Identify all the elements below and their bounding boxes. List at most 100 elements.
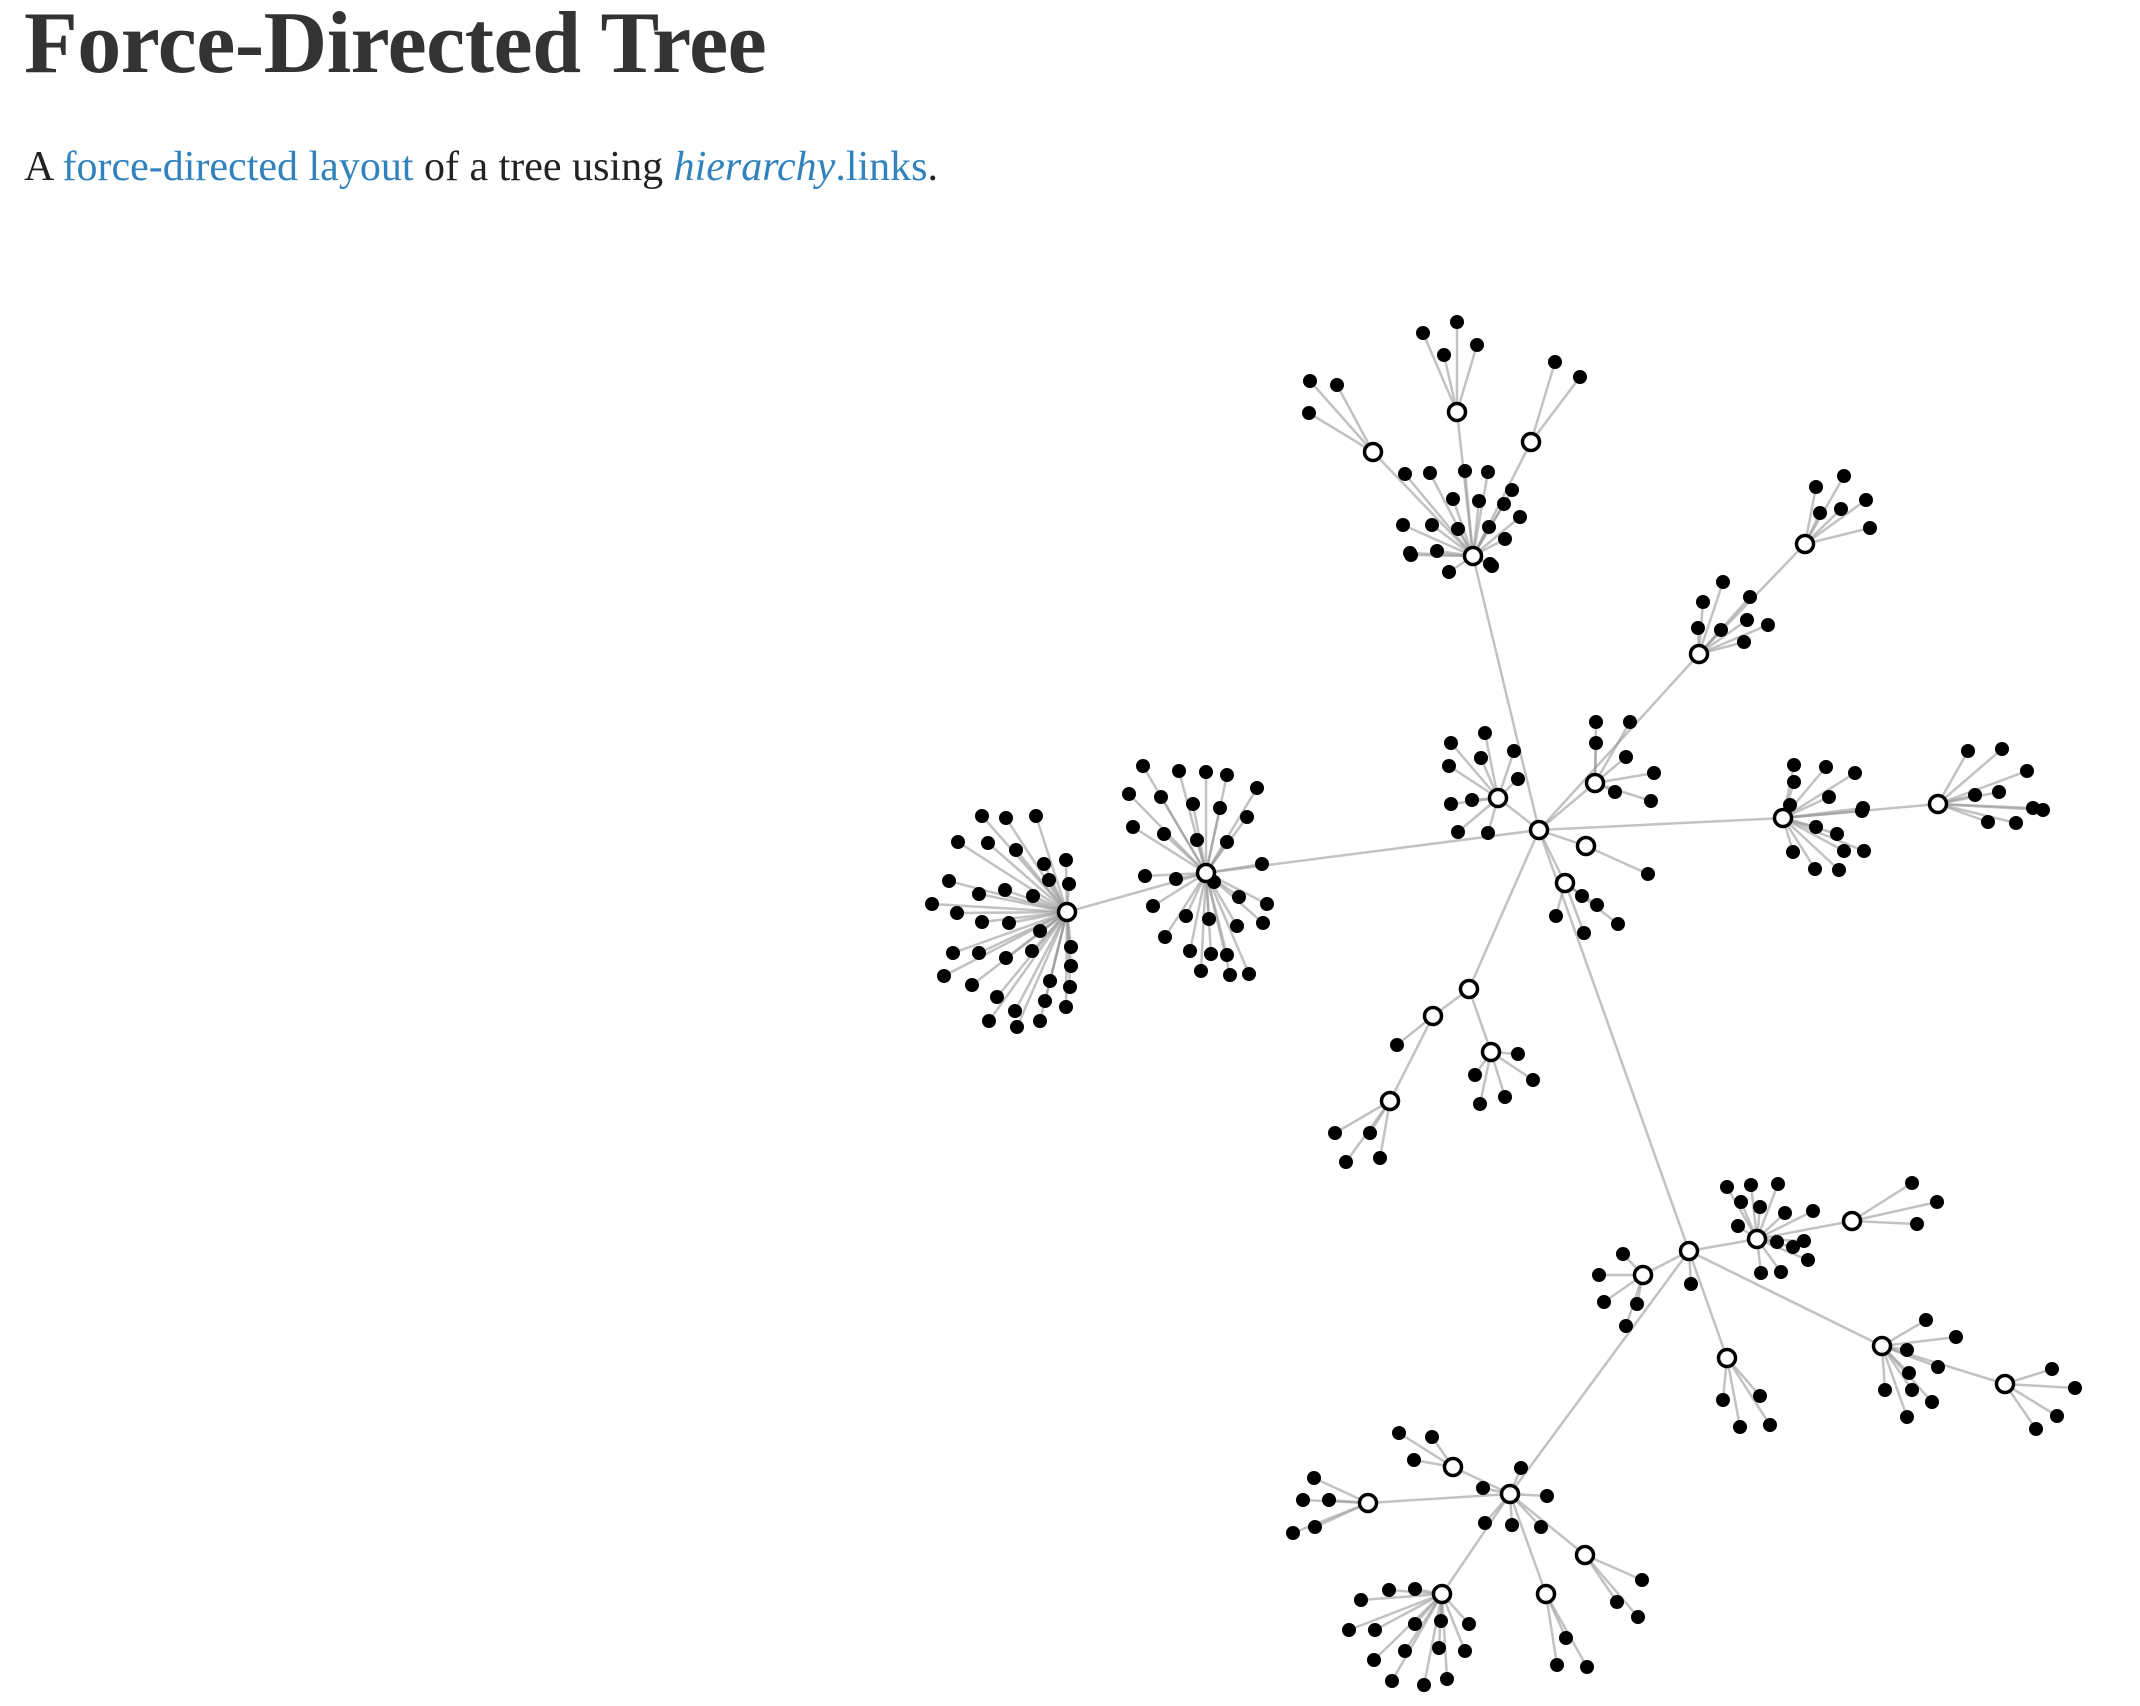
leaf-node[interactable] bbox=[1949, 1330, 1963, 1344]
leaf-node[interactable] bbox=[1590, 898, 1604, 912]
leaf-node[interactable] bbox=[1240, 810, 1254, 824]
leaf-node[interactable] bbox=[1190, 833, 1204, 847]
leaf-node[interactable] bbox=[972, 946, 986, 960]
leaf-node[interactable] bbox=[1404, 548, 1418, 562]
leaf-node[interactable] bbox=[1573, 370, 1587, 384]
leaf-node[interactable] bbox=[1146, 899, 1160, 913]
leaf-node[interactable] bbox=[1684, 1277, 1698, 1291]
leaf-node[interactable] bbox=[1232, 890, 1246, 904]
branch-node[interactable] bbox=[1841, 1210, 1863, 1232]
leaf-node[interactable] bbox=[1250, 781, 1264, 795]
leaf-node[interactable] bbox=[1342, 1623, 1356, 1637]
branch-node[interactable] bbox=[1357, 1492, 1379, 1514]
branch-node[interactable] bbox=[1688, 643, 1710, 665]
leaf-node[interactable] bbox=[1154, 790, 1168, 804]
leaf-node[interactable] bbox=[2068, 1381, 2082, 1395]
leaf-node[interactable] bbox=[1511, 1047, 1525, 1061]
tree-nodes[interactable] bbox=[925, 315, 2082, 1692]
branch-node[interactable] bbox=[1442, 1456, 1464, 1478]
leaf-node[interactable] bbox=[1308, 1520, 1322, 1534]
leaf-node[interactable] bbox=[1446, 492, 1460, 506]
leaf-node[interactable] bbox=[1038, 994, 1052, 1008]
leaf-node[interactable] bbox=[946, 946, 960, 960]
leaf-node[interactable] bbox=[1122, 787, 1136, 801]
leaf-node[interactable] bbox=[1186, 797, 1200, 811]
leaf-node[interactable] bbox=[1505, 483, 1519, 497]
leaf-node[interactable] bbox=[1992, 785, 2006, 799]
leaf-node[interactable] bbox=[1577, 926, 1591, 940]
leaf-node[interactable] bbox=[1458, 1644, 1472, 1658]
leaf-node[interactable] bbox=[1808, 862, 1822, 876]
leaf-node[interactable] bbox=[1859, 493, 1873, 507]
leaf-node[interactable] bbox=[1442, 565, 1456, 579]
leaf-node[interactable] bbox=[1260, 897, 1274, 911]
leaf-node[interactable] bbox=[1476, 1481, 1490, 1495]
leaf-node[interactable] bbox=[1549, 909, 1563, 923]
leaf-node[interactable] bbox=[1900, 1343, 1914, 1357]
leaf-node[interactable] bbox=[1392, 1426, 1406, 1440]
leaf-node[interactable] bbox=[1425, 518, 1439, 532]
leaf-node[interactable] bbox=[1647, 766, 1661, 780]
branch-node[interactable] bbox=[1195, 862, 1217, 884]
leaf-node[interactable] bbox=[1367, 1653, 1381, 1667]
leaf-node[interactable] bbox=[1905, 1176, 1919, 1190]
leaf-node[interactable] bbox=[1354, 1593, 1368, 1607]
leaf-node[interactable] bbox=[1199, 765, 1213, 779]
branch-node[interactable] bbox=[1446, 401, 1468, 423]
branch-node[interactable] bbox=[1575, 835, 1597, 857]
leaf-node[interactable] bbox=[1303, 374, 1317, 388]
leaf-node[interactable] bbox=[1550, 1658, 1564, 1672]
leaf-node[interactable] bbox=[1526, 1073, 1540, 1087]
leaf-node[interactable] bbox=[1900, 1410, 1914, 1424]
leaf-node[interactable] bbox=[999, 951, 1013, 965]
leaf-node[interactable] bbox=[975, 915, 989, 929]
leaf-node[interactable] bbox=[1330, 378, 1344, 392]
leaf-node[interactable] bbox=[1444, 736, 1458, 750]
leaf-node[interactable] bbox=[1037, 857, 1051, 871]
leaf-node[interactable] bbox=[1981, 815, 1995, 829]
leaf-node[interactable] bbox=[1930, 1195, 1944, 1209]
leaf-node[interactable] bbox=[1589, 715, 1603, 729]
force-directed-tree-diagram[interactable] bbox=[0, 0, 2140, 1706]
leaf-node[interactable] bbox=[1925, 1395, 1939, 1409]
leaf-node[interactable] bbox=[1204, 947, 1218, 961]
leaf-node[interactable] bbox=[1737, 635, 1751, 649]
leaf-node[interactable] bbox=[1619, 1319, 1633, 1333]
leaf-node[interactable] bbox=[1597, 1295, 1611, 1309]
leaf-node[interactable] bbox=[2020, 764, 2034, 778]
leaf-node[interactable] bbox=[1744, 1178, 1758, 1192]
leaf-node[interactable] bbox=[1753, 1389, 1767, 1403]
leaf-node[interactable] bbox=[1498, 1090, 1512, 1104]
leaf-node[interactable] bbox=[1220, 948, 1234, 962]
leaf-node[interactable] bbox=[1919, 1313, 1933, 1327]
leaf-node[interactable] bbox=[1398, 1644, 1412, 1658]
leaf-node[interactable] bbox=[1462, 1617, 1476, 1631]
branch-node[interactable] bbox=[1480, 1041, 1502, 1063]
leaf-node[interactable] bbox=[1763, 1418, 1777, 1432]
leaf-node[interactable] bbox=[1813, 506, 1827, 520]
leaf-node[interactable] bbox=[1481, 465, 1495, 479]
branch-node[interactable] bbox=[1431, 1583, 1453, 1605]
leaf-node[interactable] bbox=[1042, 873, 1056, 887]
leaf-node[interactable] bbox=[1740, 613, 1754, 627]
branch-node[interactable] bbox=[1487, 787, 1509, 809]
leaf-node[interactable] bbox=[1696, 595, 1710, 609]
leaf-node[interactable] bbox=[1442, 759, 1456, 773]
leaf-node[interactable] bbox=[1473, 1097, 1487, 1111]
leaf-node[interactable] bbox=[1809, 820, 1823, 834]
leaf-node[interactable] bbox=[1774, 1265, 1788, 1279]
branch-node[interactable] bbox=[1462, 545, 1484, 567]
leaf-node[interactable] bbox=[1390, 1038, 1404, 1052]
leaf-node[interactable] bbox=[1230, 919, 1244, 933]
leaf-node[interactable] bbox=[1417, 1678, 1431, 1692]
leaf-node[interactable] bbox=[1778, 1206, 1792, 1220]
leaf-node[interactable] bbox=[1444, 797, 1458, 811]
leaf-node[interactable] bbox=[1834, 502, 1848, 516]
leaf-node[interactable] bbox=[1242, 967, 1256, 981]
leaf-node[interactable] bbox=[1754, 1266, 1768, 1280]
leaf-node[interactable] bbox=[1534, 1520, 1548, 1534]
leaf-node[interactable] bbox=[1786, 1240, 1800, 1254]
leaf-node[interactable] bbox=[1474, 751, 1488, 765]
leaf-node[interactable] bbox=[1731, 1219, 1745, 1233]
leaf-node[interactable] bbox=[1470, 338, 1484, 352]
